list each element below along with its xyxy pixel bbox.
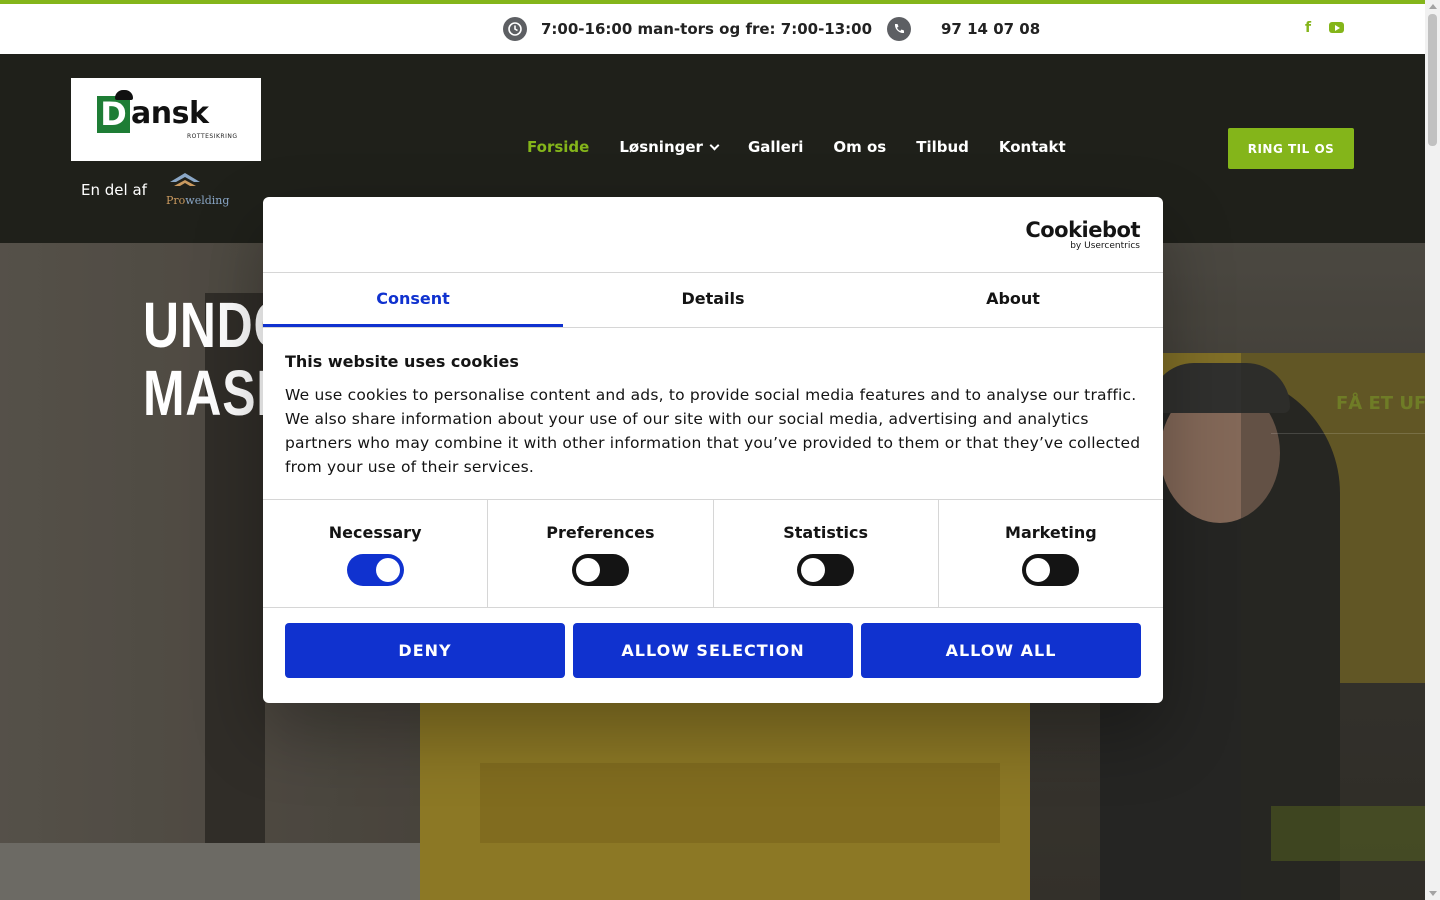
clock-icon [503,17,527,41]
quote-form-submit[interactable] [1271,806,1425,861]
tab-about[interactable]: About [863,273,1163,327]
opening-hours-text: 7:00-16:00 man-tors og fre: 7:00-13:00 [541,20,873,38]
dialog-header: Cookiebot by Usercentrics [263,197,1163,273]
cookiebot-logo[interactable]: Cookiebot by Usercentrics [1025,219,1140,251]
toggle-knob [575,558,600,582]
partner-name: Prowelding [166,194,230,207]
category-statistics: Statistics [714,500,939,607]
call-us-button[interactable]: RING TIL OS [1228,128,1354,169]
toggle-knob [1026,558,1051,582]
category-preferences: Preferences [488,500,714,607]
top-info-bar: 7:00-16:00 man-tors og fre: 7:00-13:00 9… [0,0,1425,54]
dialog-heading: This website uses cookies [285,352,519,371]
phone-number-text[interactable]: 97 14 07 08 [941,20,1040,38]
category-label: Necessary [328,523,422,542]
logo-subtitle: ROTTESIKRING [187,133,238,140]
nav-tilbud[interactable]: Tilbud [916,138,969,156]
deny-button[interactable]: DENY [285,623,565,678]
preferences-toggle[interactable] [571,554,629,586]
nav-kontakt[interactable]: Kontakt [999,138,1066,156]
category-label: Statistics [783,523,868,542]
toggle-knob [801,558,826,582]
category-label: Preferences [546,523,655,542]
dialog-text: We use cookies to personalise content an… [285,386,1141,476]
form-line [1271,433,1425,434]
tab-consent[interactable]: Consent [263,273,563,327]
dialog-tabs: Consent Details About [263,273,1163,328]
page-scrollbar[interactable] [1425,0,1440,900]
quote-form-title: FÅ ET UFOR [1336,393,1425,414]
cookie-consent-dialog: Cookiebot by Usercentrics Consent Detail… [263,197,1163,703]
marketing-toggle[interactable] [1022,554,1080,586]
logo-word: ansk [131,96,209,131]
necessary-toggle[interactable] [346,554,404,586]
partner-logo[interactable]: Prowelding [166,170,230,210]
logo-letter: D [97,96,130,133]
nav-galleri[interactable]: Galleri [748,138,803,156]
cookiebot-brand-sub: by Usercentrics [1070,241,1140,251]
nav-losninger-label: Løsninger [619,138,703,156]
phone-number[interactable]: 97 14 07 08 [887,17,1040,41]
nav-losninger[interactable]: Løsninger [619,138,720,156]
part-of-label: En del af [81,181,147,199]
statistics-toggle[interactable] [797,554,855,586]
allow-all-button[interactable]: ALLOW ALL [861,623,1141,678]
quote-form-panel: FÅ ET UFOR [1241,353,1425,900]
dialog-body: This website uses cookies We use cookies… [263,328,1163,500]
scrollbar-thumb[interactable] [1428,14,1437,146]
category-necessary: Necessary [263,500,489,607]
social-links: f [1305,21,1345,35]
roof-icon [170,173,200,186]
phone-icon [887,17,911,41]
facebook-icon[interactable]: f [1305,21,1311,35]
tab-details[interactable]: Details [563,273,863,327]
category-label: Marketing [1005,523,1097,542]
chevron-down-icon [709,140,720,150]
category-marketing: Marketing [939,500,1163,607]
dialog-buttons: DENY ALLOW SELECTION ALLOW ALL [263,608,1163,693]
allow-selection-button[interactable]: ALLOW SELECTION [573,623,853,678]
nav-om-os[interactable]: Om os [833,138,886,156]
scroll-up-arrow-icon[interactable] [1429,4,1437,9]
toggle-knob [375,558,400,582]
scroll-down-arrow-icon[interactable] [1429,891,1437,896]
cookie-categories: Necessary Preferences Statistics Marketi… [263,500,1163,608]
opening-hours: 7:00-16:00 man-tors og fre: 7:00-13:00 [503,17,872,41]
nav-forside[interactable]: Forside [527,138,589,156]
site-logo[interactable]: D ansk ROTTESIKRING [71,78,261,161]
cookiebot-brand: Cookiebot [1025,218,1140,242]
youtube-icon[interactable] [1329,22,1345,33]
main-nav: Forside Løsninger Galleri Om os Tilbud K… [527,138,1066,156]
